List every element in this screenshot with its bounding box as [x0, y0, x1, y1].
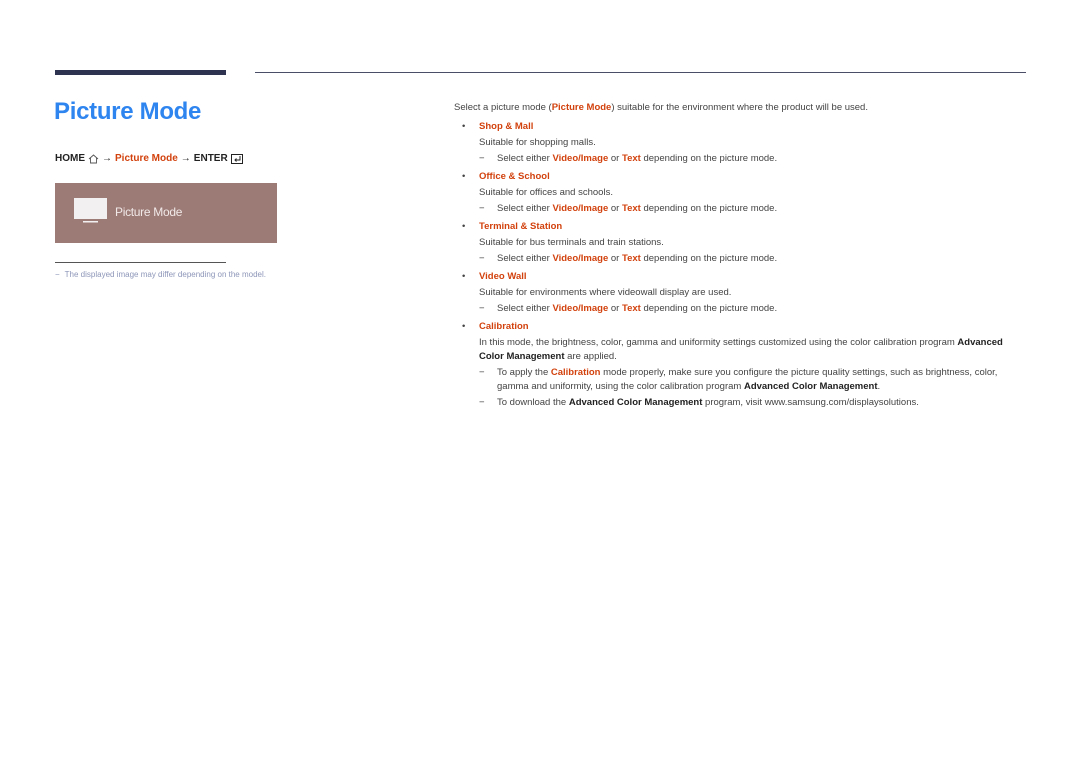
note-text: depending on the picture mode. [640, 253, 778, 264]
mode-name: Shop & Mall [479, 121, 534, 132]
option-video-image: Video/Image [552, 253, 609, 264]
mode-description: Suitable for shopping malls. [479, 137, 596, 148]
mode-name: Office & School [479, 171, 550, 182]
note-text: depending on the picture mode. [640, 303, 778, 314]
option-video-image: Video/Image [552, 303, 609, 314]
content-body: Select a picture mode (Picture Mode) sui… [454, 101, 1029, 414]
note-text: To download the [497, 397, 569, 408]
mode-item: • Video Wall Suitable for environments whe… [454, 270, 1029, 316]
note-text: The displayed image may differ depending… [64, 270, 266, 279]
mode-name: Video Wall [479, 271, 527, 282]
mode-name: Calibration [479, 321, 529, 332]
dash: − [479, 397, 485, 408]
note-bold: Advanced Color Management [568, 397, 703, 408]
note-text: or [608, 203, 622, 214]
dash: − [479, 367, 485, 378]
mode-description: Suitable for offices and schools. [479, 187, 613, 198]
page-title: Picture Mode [54, 98, 202, 125]
note-text: or [608, 153, 622, 164]
intro-text-end: ) suitable for the environment where the… [611, 102, 868, 113]
mode-item: • Shop & Mall Suitable for shopping malls.… [454, 120, 1029, 166]
note-dash: − [55, 270, 60, 279]
note-text: program, visit www.samsung.com/displayso… [702, 397, 919, 408]
note-text: Select either [497, 153, 553, 164]
note-text: To apply the [497, 367, 551, 378]
intro-paragraph: Select a picture mode (Picture Mode) sui… [454, 101, 1029, 115]
dash: − [479, 303, 485, 314]
intro-highlight: Picture Mode [551, 102, 612, 113]
option-text: Text [621, 153, 641, 164]
dash: − [479, 203, 485, 214]
enter-icon [230, 153, 243, 164]
home-icon [88, 153, 99, 163]
header-rule-thick [55, 70, 226, 75]
mode-item: • Terminal & Station Suitable for bus term… [454, 220, 1029, 266]
mode-note: − Select either Video/Image or Text depen… [479, 202, 1029, 216]
note-text: depending on the picture mode. [640, 203, 778, 214]
bullet: • [462, 121, 466, 132]
mode-item-calibration: • Calibration In this mode, the brightne… [454, 320, 1029, 410]
note-text: Select either [497, 253, 553, 264]
dash: − [479, 153, 485, 164]
preview-label: Picture Mode [115, 205, 183, 219]
calibration-note-1: − To apply the Calibration mode properly… [479, 366, 1029, 394]
mode-note: − Select either Video/Image or Text depen… [479, 302, 1029, 316]
note-text: Select either [497, 203, 553, 214]
mode-description: In this mode, the brightness, color, gam… [479, 336, 1029, 364]
bullet: • [462, 271, 466, 282]
image-note: − The displayed image may differ dependi… [55, 270, 266, 279]
note-text: depending on the picture mode. [640, 153, 778, 164]
menu-path-enter: ENTER [193, 153, 228, 164]
screen-preview: Picture Mode [55, 183, 277, 243]
option-video-image: Video/Image [552, 203, 609, 214]
menu-path-home: HOME [55, 153, 85, 164]
desc-text-end: are applied. [564, 351, 617, 362]
option-video-image: Video/Image [552, 153, 609, 164]
menu-path-item: Picture Mode [115, 153, 178, 164]
header-rule-thin [255, 72, 1026, 73]
dash: − [479, 253, 485, 264]
bullet: • [462, 171, 466, 182]
note-text: or [608, 253, 622, 264]
mode-description: Suitable for environments where videowal… [479, 287, 732, 298]
intro-text: Select a picture mode ( [454, 102, 552, 113]
note-text: or [608, 303, 622, 314]
modes-list: • Shop & Mall Suitable for shopping malls.… [454, 120, 1029, 316]
mode-name: Terminal & Station [479, 221, 563, 232]
menu-path: HOME → Picture Mode → ENTER [55, 153, 243, 164]
note-bold: Advanced Color Management [743, 381, 878, 392]
tv-icon [74, 198, 107, 223]
calibration-note-2: − To download the Advanced Color Managem… [479, 396, 1029, 410]
desc-text: In this mode, the brightness, color, gam… [479, 337, 958, 348]
option-text: Text [621, 203, 641, 214]
note-text: Select either [497, 303, 553, 314]
note-divider [55, 262, 226, 263]
note-highlight: Calibration [550, 367, 601, 378]
mode-item: • Office & School Suitable for offices and… [454, 170, 1029, 216]
bullet: • [462, 221, 466, 232]
menu-path-arrow: → [180, 153, 191, 164]
mode-note: − Select either Video/Image or Text depen… [479, 252, 1029, 266]
note-text: . [877, 381, 881, 392]
option-text: Text [621, 253, 641, 264]
menu-path-arrow: → [102, 153, 112, 164]
bullet: • [462, 321, 466, 332]
option-text: Text [621, 303, 641, 314]
mode-description: Suitable for bus terminals and train sta… [479, 237, 664, 248]
mode-note: − Select either Video/Image or Text depen… [479, 152, 1029, 166]
